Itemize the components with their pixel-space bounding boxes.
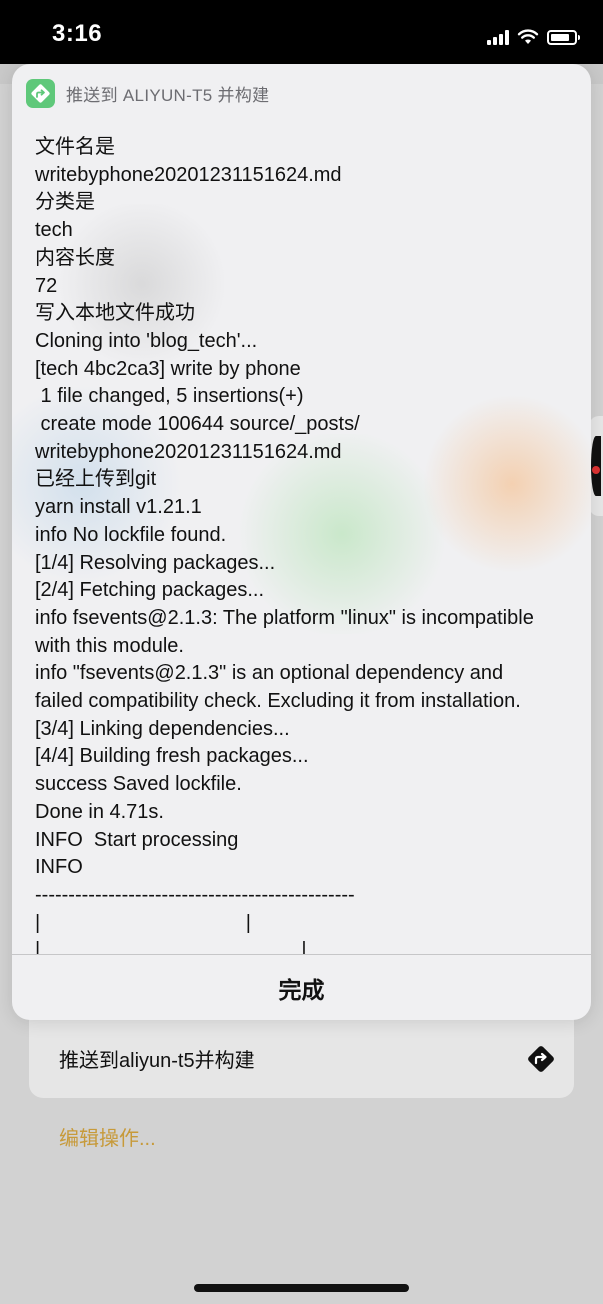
log-line: Cloning into 'blog_tech'... <box>35 329 258 352</box>
status-icons <box>487 26 580 48</box>
shortcut-result-panel: 推送到 ALIYUN-T5 并构建 文件名是 writebyphone20201… <box>12 64 591 1020</box>
log-line: [tech 4bc2ca3] write by phone <box>35 357 301 380</box>
cellular-signal-icon <box>487 29 509 45</box>
log-line: 72 <box>35 274 58 297</box>
directions-arrow-icon <box>528 1046 554 1072</box>
log-line: | | <box>35 939 307 954</box>
done-button[interactable]: 完成 <box>12 955 591 1020</box>
log-line: with this module. <box>35 634 184 657</box>
log-line: writebyphone20201231151624.md <box>35 440 342 463</box>
background-peek-image <box>589 416 603 516</box>
log-line: create mode 100644 source/_posts/ <box>35 413 360 436</box>
log-line: 内容长度 <box>35 246 115 269</box>
log-output[interactable]: 文件名是 writebyphone20201231151624.md 分类是 t… <box>35 134 580 954</box>
log-line: ----------------------------------------… <box>35 883 355 906</box>
status-bar: 3:16 <box>0 0 603 64</box>
log-line: info "fsevents@2.1.3" is an optional dep… <box>35 662 504 685</box>
home-indicator[interactable] <box>194 1284 409 1292</box>
log-line: success Saved lockfile. <box>35 773 242 796</box>
log-line: INFO <box>35 856 83 879</box>
shortcut-arrow-icon <box>26 78 55 108</box>
shortcut-action-label: 推送到aliyun-t5并构建 <box>59 1050 255 1072</box>
log-line: INFO Start processing <box>35 828 239 851</box>
log-line: Done in 4.71s. <box>35 800 164 823</box>
wifi-icon <box>517 29 539 44</box>
battery-icon <box>547 29 580 45</box>
log-line: [2/4] Fetching packages... <box>35 579 265 602</box>
status-time: 3:16 <box>52 20 103 47</box>
log-line: 1 file changed, 5 insertions(+) <box>35 385 304 408</box>
log-line: [4/4] Building fresh packages... <box>35 745 309 768</box>
log-line: yarn install v1.21.1 <box>35 496 202 519</box>
log-line: 已经上传到git <box>35 468 157 491</box>
log-line: info No lockfile found. <box>35 523 227 546</box>
log-line: [3/4] Linking dependencies... <box>35 717 290 740</box>
log-line: failed compatibility check. Excluding it… <box>35 690 521 713</box>
log-line: info fsevents@2.1.3: The platform "linux… <box>35 606 534 629</box>
log-line: 写入本地文件成功 <box>35 302 195 325</box>
log-line: 文件名是 <box>35 136 115 158</box>
log-line: 分类是 <box>35 191 95 214</box>
panel-header: 推送到 ALIYUN-T5 并构建 <box>26 78 270 108</box>
log-line: | | <box>35 911 251 934</box>
log-line: writebyphone20201231151624.md <box>35 163 342 186</box>
panel-title: 推送到 ALIYUN-T5 并构建 <box>66 85 270 105</box>
log-line: tech <box>35 219 73 242</box>
log-line: [1/4] Resolving packages... <box>35 551 276 574</box>
edit-actions-link[interactable]: 编辑操作... <box>59 1122 156 1151</box>
